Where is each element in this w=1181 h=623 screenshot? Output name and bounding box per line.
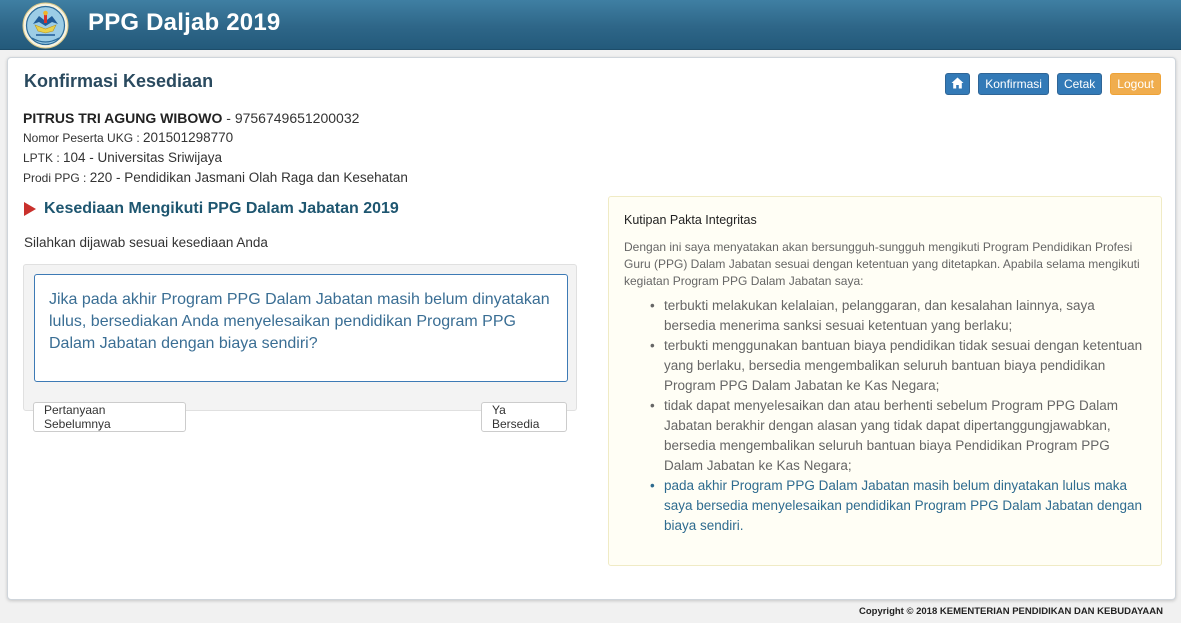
logout-button[interactable]: Logout (1110, 73, 1161, 95)
pakta-list: terbukti melakukan kelalaian, pelanggara… (650, 296, 1146, 536)
main-panel: Konfirmasi Kesediaan Konfirmasi Cetak Lo… (7, 57, 1176, 600)
pakta-integritas-panel: Kutipan Pakta Integritas Dengan ini saya… (608, 196, 1162, 566)
action-toolbar: Konfirmasi Cetak Logout (945, 73, 1161, 95)
section-heading: Kesediaan Mengikuti PPG Dalam Jabatan 20… (24, 200, 399, 218)
question-well: Jika pada akhir Program PPG Dalam Jabata… (23, 264, 577, 411)
pakta-list-item-highlighted: pada akhir Program PPG Dalam Jabatan mas… (650, 476, 1146, 536)
top-navbar: PPG Daljab 2019 (0, 0, 1181, 50)
ukg-number-row: Nomor Peserta UKG : 201501298770 (23, 128, 408, 148)
section-title: Kesediaan Mengikuti PPG Dalam Jabatan 20… (44, 200, 399, 217)
participant-id: 9756749651200032 (234, 110, 360, 126)
konfirmasi-button[interactable]: Konfirmasi (978, 73, 1049, 95)
lptk-row: LPTK : 104 - Universitas Sriwijaya (23, 148, 408, 168)
pakta-list-item: terbukti menggunakan bantuan biaya pendi… (650, 336, 1146, 396)
lptk-label: LPTK : (23, 151, 64, 165)
previous-question-button[interactable]: Pertanyaan Sebelumnya (33, 402, 186, 432)
participant-id-separator: - (222, 110, 235, 126)
participant-name-line: PITRUS TRI AGUNG WIBOWO - 97567496512000… (23, 108, 408, 128)
participant-name: PITRUS TRI AGUNG WIBOWO (23, 110, 223, 126)
play-arrow-icon (24, 202, 36, 216)
ukg-label: Nomor Peserta UKG : (23, 131, 144, 145)
pakta-list-item: tidak dapat menyelesaikan dan atau berhe… (650, 396, 1146, 476)
ukg-value: 201501298770 (143, 130, 234, 145)
home-icon (951, 77, 964, 92)
prodi-value: 220 - Pendidikan Jasmani Olah Raga dan K… (89, 170, 408, 185)
pakta-intro: Dengan ini saya menyatakan akan bersungg… (624, 240, 1140, 288)
cetak-button[interactable]: Cetak (1056, 73, 1103, 95)
app-brand-title[interactable]: PPG Daljab 2019 (88, 9, 280, 37)
instruction-text: Silahkan dijawab sesuai kesediaan Anda (24, 235, 268, 250)
pakta-list-item: terbukti melakukan kelalaian, pelanggara… (650, 296, 1146, 336)
footer-copyright: Copyright © 2018 KEMENTERIAN PENDIDIKAN … (858, 606, 1163, 617)
question-box: Jika pada akhir Program PPG Dalam Jabata… (34, 274, 568, 382)
pakta-title: Kutipan Pakta Integritas (624, 213, 757, 227)
prodi-label: Prodi PPG : (23, 171, 90, 185)
prodi-row: Prodi PPG : 220 - Pendidikan Jasmani Ola… (23, 168, 408, 188)
home-button[interactable] (945, 73, 971, 95)
page-title: Konfirmasi Kesediaan (24, 71, 214, 91)
tut-wuri-handayani-logo (22, 2, 69, 49)
lptk-value: 104 - Universitas Sriwijaya (63, 150, 223, 165)
participant-info: PITRUS TRI AGUNG WIBOWO - 97567496512000… (23, 108, 408, 188)
ya-bersedia-button[interactable]: Ya Bersedia (481, 402, 567, 432)
